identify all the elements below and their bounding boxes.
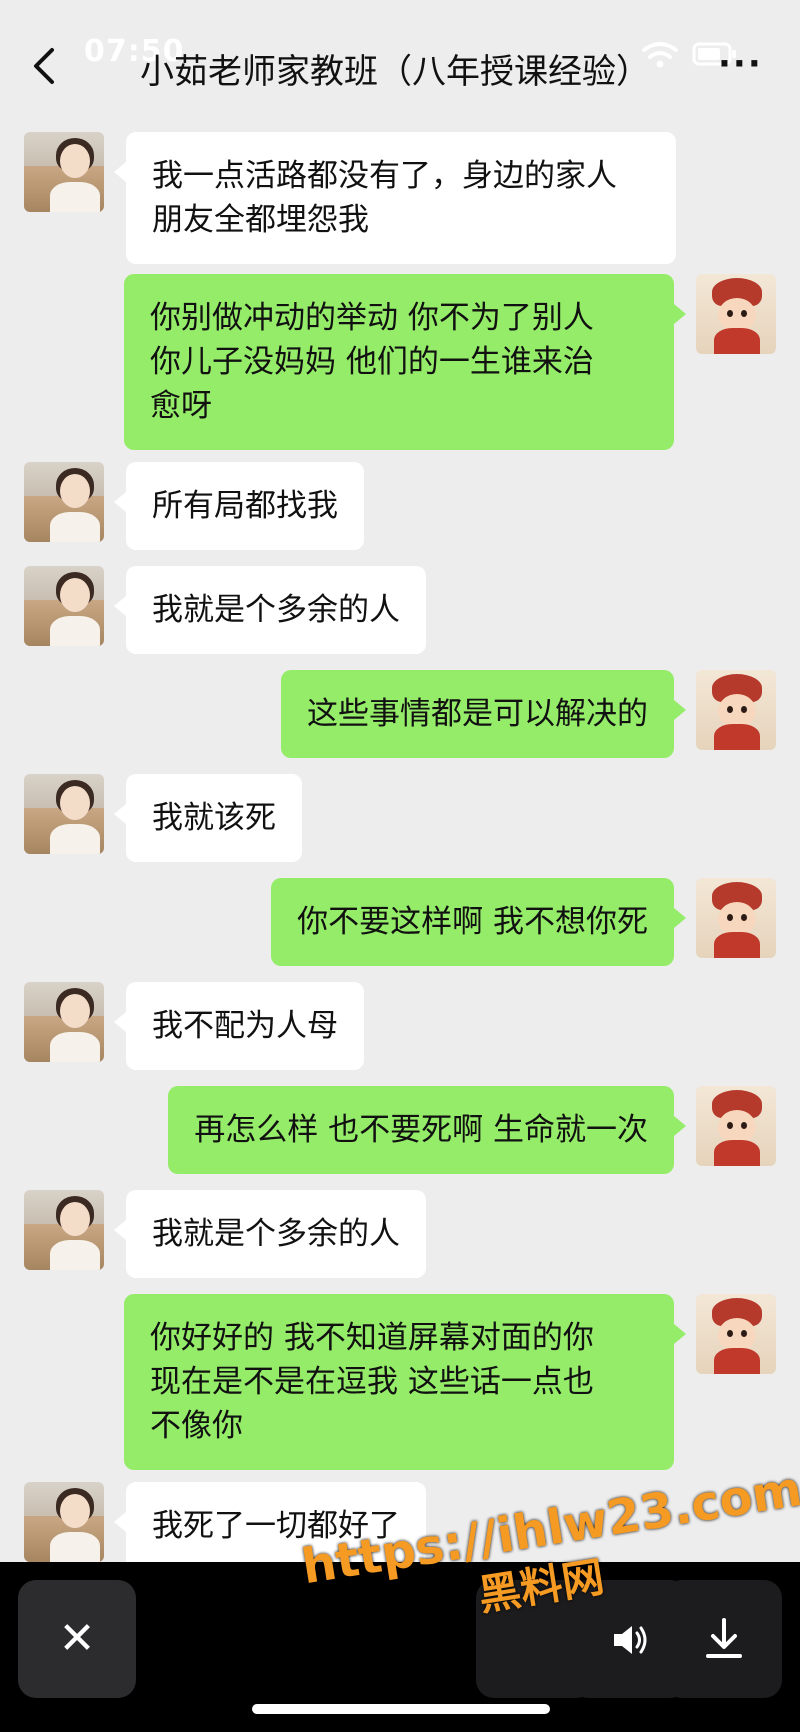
contact-avatar[interactable] (24, 462, 104, 542)
outgoing-message-bubble[interactable]: 这些事情都是可以解决的 (281, 670, 686, 758)
my-avatar[interactable] (696, 274, 776, 354)
my-avatar[interactable] (696, 878, 776, 958)
chat-title: 小茹老师家教班（八年授课经验） (140, 52, 650, 92)
outgoing-message-bubble[interactable]: 再怎么样 也不要死啊 生命就一次 (168, 1086, 686, 1174)
more-options-icon[interactable]: ··· (718, 44, 763, 84)
contact-avatar[interactable] (24, 1482, 104, 1562)
wifi-icon (642, 42, 678, 68)
contact-avatar[interactable] (24, 774, 104, 854)
close-button[interactable]: ✕ (18, 1580, 136, 1698)
incoming-message-bubble[interactable]: 我就是个多余的人 (114, 566, 426, 654)
outgoing-message-bubble[interactable]: 你别做冲动的举动 你不为了别人 你儿子没妈妈 他们的一生谁来治 愈呀 (124, 274, 686, 450)
contact-avatar[interactable] (24, 132, 104, 212)
my-avatar[interactable] (696, 1086, 776, 1166)
my-avatar[interactable] (696, 1294, 776, 1374)
incoming-message-bubble[interactable]: 所有局都找我 (114, 462, 364, 550)
volume-icon (614, 1626, 647, 1654)
incoming-message-bubble[interactable]: 我一点活路都没有了，身边的家人 朋友全都埋怨我 (114, 132, 676, 264)
contact-avatar[interactable] (24, 982, 104, 1062)
chat-header: 07:50 小茹老师家教班（八年授课经验） ··· (0, 0, 800, 128)
incoming-message-bubble[interactable]: 我就该死 (114, 774, 302, 862)
download-icon (706, 1618, 742, 1658)
back-icon[interactable] (26, 44, 62, 88)
incoming-message-bubble[interactable]: 我不配为人母 (114, 982, 364, 1070)
contact-avatar[interactable] (24, 566, 104, 646)
outgoing-message-bubble[interactable]: 你不要这样啊 我不想你死 (271, 878, 686, 966)
download-button[interactable] (664, 1580, 782, 1698)
outgoing-message-bubble[interactable]: 你好好的 我不知道屏幕对面的你 现在是不是在逗我 这些话一点也 不像你 (124, 1294, 686, 1470)
my-avatar[interactable] (696, 670, 776, 750)
contact-avatar[interactable] (24, 1190, 104, 1270)
home-indicator[interactable] (252, 1704, 550, 1714)
message-list[interactable]: 我一点活路都没有了，身边的家人 朋友全都埋怨我 你别做冲动的举动 你不为了别人 … (0, 0, 800, 1570)
incoming-message-bubble[interactable]: 我就是个多余的人 (114, 1190, 426, 1278)
